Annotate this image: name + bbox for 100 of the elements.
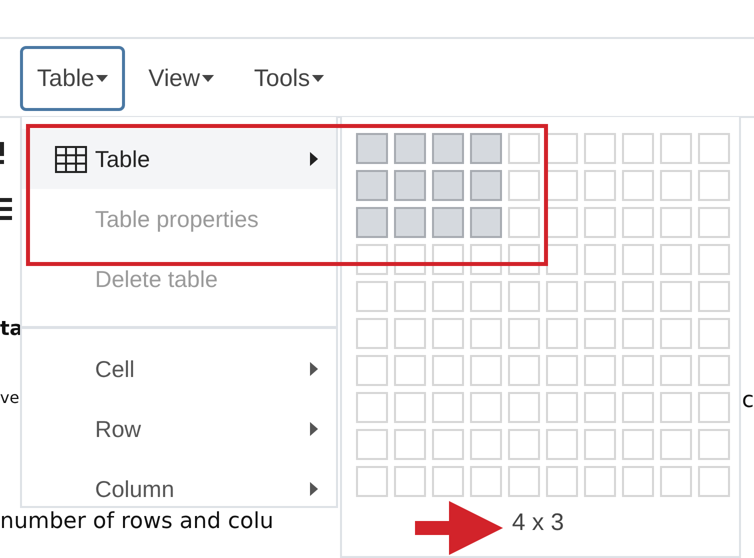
- menu-button[interactable]: Table: [20, 46, 126, 111]
- grid-cell[interactable]: [356, 392, 388, 423]
- grid-cell[interactable]: [698, 355, 730, 386]
- grid-cell[interactable]: [660, 355, 692, 386]
- grid-cell[interactable]: [394, 170, 426, 201]
- grid-cell[interactable]: [660, 318, 692, 349]
- grid-cell[interactable]: [508, 355, 540, 386]
- grid-cell[interactable]: [546, 429, 578, 460]
- grid-cell[interactable]: [470, 355, 502, 386]
- grid-cell[interactable]: [584, 355, 616, 386]
- grid-cell[interactable]: [584, 244, 616, 275]
- menu-item[interactable]: Table: [22, 129, 336, 189]
- grid-cell[interactable]: [698, 207, 730, 238]
- grid-cell[interactable]: [660, 281, 692, 312]
- grid-cell[interactable]: [356, 466, 388, 497]
- menu-item[interactable]: Row: [22, 399, 336, 459]
- grid-cell[interactable]: [394, 429, 426, 460]
- grid-cell[interactable]: [584, 318, 616, 349]
- grid-cell[interactable]: [508, 133, 540, 164]
- grid-cell[interactable]: [546, 392, 578, 423]
- grid-cell[interactable]: [432, 133, 464, 164]
- grid-cell[interactable]: [508, 392, 540, 423]
- grid-cell[interactable]: [660, 170, 692, 201]
- grid-cell[interactable]: [584, 392, 616, 423]
- grid-cell[interactable]: [622, 392, 654, 423]
- grid-cell[interactable]: [546, 355, 578, 386]
- grid-cell[interactable]: [432, 281, 464, 312]
- toolbar-icon: [0, 142, 6, 164]
- grid-cell[interactable]: [660, 244, 692, 275]
- grid-cell[interactable]: [546, 244, 578, 275]
- grid-cell[interactable]: [584, 133, 616, 164]
- grid-cell[interactable]: [394, 318, 426, 349]
- grid-cell[interactable]: [470, 318, 502, 349]
- menu-item[interactable]: Cell: [22, 339, 336, 399]
- grid-cell[interactable]: [356, 318, 388, 349]
- grid-cell[interactable]: [432, 207, 464, 238]
- grid-cell[interactable]: [622, 207, 654, 238]
- grid-cell[interactable]: [698, 281, 730, 312]
- grid-cell[interactable]: [698, 133, 730, 164]
- grid-cell[interactable]: [660, 133, 692, 164]
- grid-cell[interactable]: [584, 207, 616, 238]
- grid-cell[interactable]: [622, 133, 654, 164]
- grid-cell[interactable]: [470, 429, 502, 460]
- grid-cell[interactable]: [508, 281, 540, 312]
- grid-cell[interactable]: [546, 170, 578, 201]
- grid-cell[interactable]: [356, 207, 388, 238]
- grid-cell[interactable]: [432, 466, 464, 497]
- grid-cell[interactable]: [432, 318, 464, 349]
- grid-cell[interactable]: [622, 281, 654, 312]
- grid-cell[interactable]: [470, 133, 502, 164]
- grid-cell[interactable]: [546, 318, 578, 349]
- grid-cell[interactable]: [698, 318, 730, 349]
- grid-cell[interactable]: [394, 281, 426, 312]
- grid-cell[interactable]: [546, 281, 578, 312]
- grid-cell[interactable]: [584, 466, 616, 497]
- grid-cell[interactable]: [622, 318, 654, 349]
- grid-cell[interactable]: [622, 355, 654, 386]
- grid-cell[interactable]: [432, 170, 464, 201]
- grid-cell[interactable]: [508, 429, 540, 460]
- grid-cell[interactable]: [546, 207, 578, 238]
- grid-cell[interactable]: [660, 207, 692, 238]
- grid-cell[interactable]: [584, 281, 616, 312]
- grid-cell[interactable]: [698, 244, 730, 275]
- grid-cell[interactable]: [470, 466, 502, 497]
- grid-cell[interactable]: [356, 170, 388, 201]
- grid-cell[interactable]: [584, 170, 616, 201]
- grid-cell[interactable]: [698, 466, 730, 497]
- grid-cell[interactable]: [508, 170, 540, 201]
- grid-cell[interactable]: [432, 355, 464, 386]
- grid-cell[interactable]: [622, 244, 654, 275]
- grid-cell[interactable]: [470, 207, 502, 238]
- grid-cell[interactable]: [394, 466, 426, 497]
- grid-cell[interactable]: [508, 318, 540, 349]
- grid-cell[interactable]: [356, 429, 388, 460]
- grid-cell[interactable]: [584, 429, 616, 460]
- grid-cell[interactable]: [660, 429, 692, 460]
- grid-cell[interactable]: [432, 392, 464, 423]
- grid-cell[interactable]: [698, 429, 730, 460]
- grid-cell[interactable]: [470, 170, 502, 201]
- grid-cell[interactable]: [394, 207, 426, 238]
- grid-cell[interactable]: [660, 392, 692, 423]
- grid-cell[interactable]: [394, 392, 426, 423]
- grid-cell[interactable]: [508, 207, 540, 238]
- grid-cell[interactable]: [660, 466, 692, 497]
- grid-cell[interactable]: [508, 466, 540, 497]
- grid-cell[interactable]: [698, 392, 730, 423]
- grid-cell[interactable]: [470, 392, 502, 423]
- grid-cell[interactable]: [432, 429, 464, 460]
- grid-cell[interactable]: [622, 466, 654, 497]
- grid-cell[interactable]: [470, 281, 502, 312]
- grid-cell[interactable]: [622, 170, 654, 201]
- grid-cell[interactable]: [546, 466, 578, 497]
- grid-cell[interactable]: [356, 355, 388, 386]
- grid-cell[interactable]: [394, 355, 426, 386]
- grid-cell[interactable]: [698, 170, 730, 201]
- grid-cell[interactable]: [622, 429, 654, 460]
- grid-cell[interactable]: [394, 133, 426, 164]
- grid-cell[interactable]: [546, 133, 578, 164]
- grid-cell[interactable]: [356, 133, 388, 164]
- grid-cell[interactable]: [356, 281, 388, 312]
